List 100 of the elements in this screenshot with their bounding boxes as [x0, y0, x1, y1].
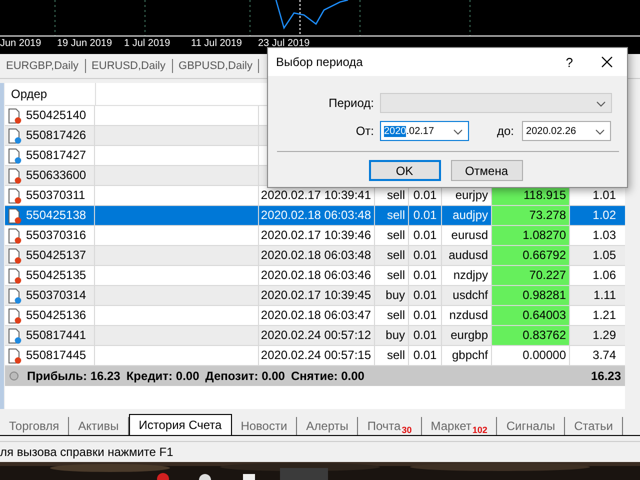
ok-button[interactable]: OK: [368, 160, 440, 181]
order-number: 550817426: [26, 127, 86, 144]
panel-tab[interactable]: Маркет$_{102}$: [422, 417, 498, 435]
chevron-icon: [596, 101, 606, 107]
close-icon[interactable]: [601, 56, 613, 68]
symbol-cell: audusd: [448, 248, 488, 262]
from-date-field[interactable]: 2020.02.17: [380, 121, 469, 141]
period-label: Период:: [328, 96, 375, 110]
chart-tab[interactable]: GBPUSD,Daily: [172, 59, 260, 73]
volume-cell: 0.01: [413, 208, 437, 222]
symbol-cell: eurjpy: [455, 188, 488, 202]
order-number: 550425138: [26, 207, 86, 224]
price-cell: 0.98281: [492, 286, 569, 305]
value-cell: 1.06: [592, 268, 616, 282]
time-cell: 2020.02.18 06:03:47: [260, 308, 371, 322]
to-date-field[interactable]: 2020.02.26: [522, 121, 612, 141]
summary-total: 16.23: [590, 369, 622, 383]
volume-cell: 0.01: [413, 188, 437, 202]
type-cell: sell: [386, 208, 405, 222]
type-cell: sell: [386, 308, 405, 322]
value-cell: 1.21: [592, 308, 616, 322]
panel-tab[interactable]: Новости: [232, 417, 298, 435]
order-number: 550817445: [26, 347, 86, 364]
symbol-cell: gbpchf: [452, 348, 488, 362]
time-cell: 2020.02.18 06:03:46: [260, 268, 371, 282]
panel-tab[interactable]: Статьи: [565, 417, 623, 435]
summary-text: Прибыль: 16.23: [27, 369, 120, 383]
order-number: 550425135: [26, 267, 86, 284]
time-cell: 2020.02.18 06:03:48: [260, 208, 371, 222]
value-cell: 1.29: [592, 328, 616, 342]
axis-date-label: 19 Jun 2019: [56, 38, 114, 51]
symbol-cell: eurgbp: [450, 328, 488, 342]
type-cell: sell: [386, 228, 405, 242]
chart-tab[interactable]: EURUSD,Daily: [86, 59, 173, 73]
order-icon: [8, 168, 22, 184]
price-cell: 0.64003: [492, 306, 569, 325]
symbol-cell: usdchf: [452, 288, 488, 302]
help-button[interactable]: ?: [566, 54, 573, 70]
price-cell: 0.66792: [492, 246, 569, 265]
order-number: 550425137: [26, 247, 86, 264]
price-cell: 73.278: [492, 206, 569, 225]
axis-date-label: Jun 2019: [0, 38, 42, 51]
symbol-cell: audjpy: [452, 208, 488, 222]
to-label: до:: [497, 124, 514, 138]
price-cell: 70.227: [492, 266, 569, 285]
type-cell: sell: [386, 248, 405, 262]
summary-text: Кредит: 0.00: [126, 369, 200, 383]
volume-cell: 0.01: [413, 228, 437, 242]
value-cell: 1.03: [592, 228, 616, 242]
time-cell: 2020.02.17 10:39:46: [260, 228, 371, 242]
volume-cell: 0.01: [413, 268, 437, 282]
price-cell: 0.83762: [492, 326, 569, 345]
type-cell: buy: [386, 288, 405, 302]
order-icon: [8, 248, 22, 264]
from-label: От:: [354, 124, 375, 138]
cancel-button[interactable]: Отмена: [450, 160, 522, 181]
summary-text: Депозит: 0.00: [205, 369, 285, 383]
time-cell: 2020.02.24 00:57:15: [260, 348, 371, 362]
column-header[interactable]: Ордер: [5, 83, 96, 105]
panel-tab[interactable]: История Счета: [128, 414, 232, 435]
symbol-cell: eurusd: [451, 228, 488, 242]
time-cell: 2020.02.24 00:57:12: [260, 328, 371, 342]
order-number: 550370311: [26, 187, 86, 204]
panel-tab[interactable]: Алерты: [297, 417, 358, 435]
order-number: 550425136: [26, 307, 86, 324]
panel-tab[interactable]: Почта$_{30}$: [358, 417, 422, 435]
axis-date-label: 11 Jul 2019: [190, 38, 243, 51]
order-number: 550370314: [26, 287, 86, 304]
chevron-icon: [595, 129, 606, 135]
circle-icon: [9, 371, 19, 381]
price-cell-text: 0.00000: [522, 347, 567, 364]
type-cell: sell: [386, 188, 405, 202]
value-cell: 1.11: [594, 288, 616, 302]
value-cell: 1.01: [592, 188, 616, 202]
value-cell: 1.02: [592, 208, 616, 222]
order-number: 550370316: [26, 227, 86, 244]
value-cell: 1.05: [592, 248, 616, 262]
order-number: 550817427: [26, 147, 86, 164]
symbol-cell: nzdjpy: [453, 268, 488, 282]
time-cell: 2020.02.17 10:39:41: [260, 188, 371, 202]
chart-tab[interactable]: EURGBP,Daily: [0, 59, 86, 73]
price-cell: 1.08270: [492, 226, 569, 245]
panel-tab[interactable]: Торговля: [0, 417, 70, 435]
order-icon: [8, 208, 22, 224]
summary-text: Снятие: 0.00: [290, 369, 364, 383]
order-icon: [8, 128, 22, 144]
volume-cell: 0.01: [413, 348, 437, 362]
dialog-title: Выбор периода: [276, 55, 364, 69]
type-cell: sell: [386, 348, 405, 362]
volume-cell: 0.01: [413, 308, 437, 322]
axis-date-label: 23 Jul 2019: [257, 38, 311, 51]
symbol-cell: nzdusd: [449, 308, 488, 322]
volume-cell: 0.01: [413, 328, 437, 342]
time-cell: 2020.02.18 06:03:48: [260, 248, 371, 262]
panel-tab[interactable]: Сигналы: [497, 417, 566, 435]
axis-date-label: 1 Jul 2019: [123, 38, 172, 51]
order-number: 550817441: [26, 327, 86, 344]
volume-cell: 0.01: [413, 248, 437, 262]
value-cell: 3.74: [592, 348, 616, 362]
volume-cell: 0.01: [413, 288, 437, 302]
